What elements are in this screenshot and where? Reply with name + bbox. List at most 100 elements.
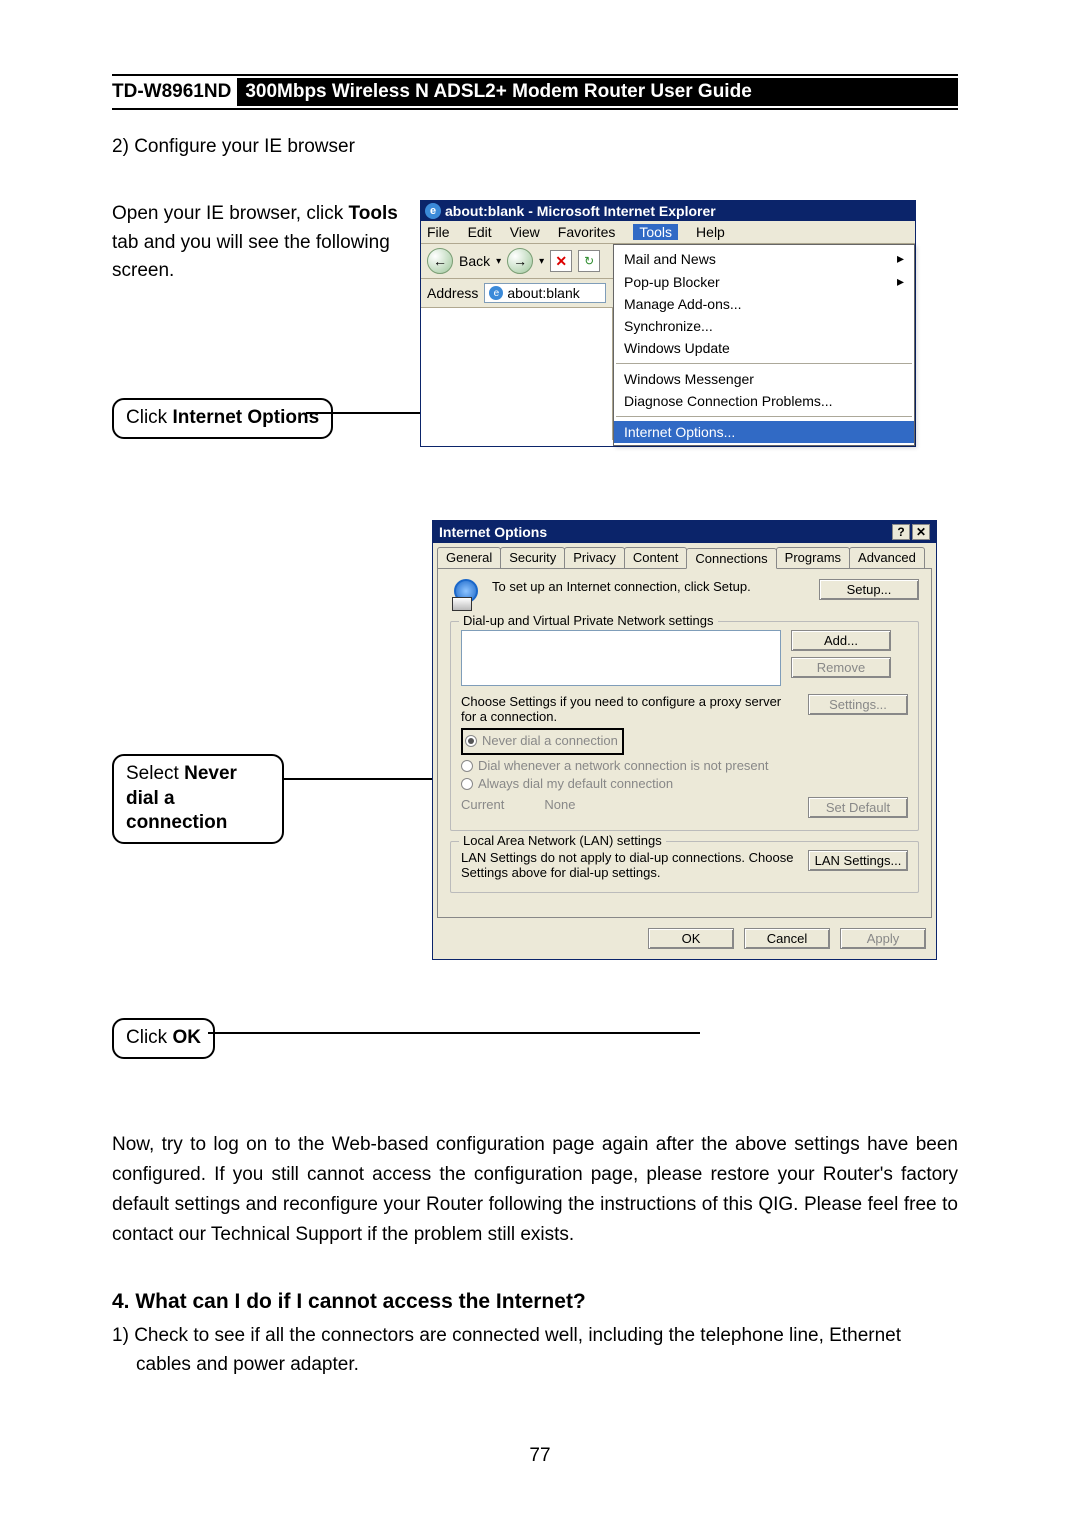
callout-ok: Click OK (112, 1018, 215, 1059)
tools-sync[interactable]: Synchronize... (614, 315, 914, 337)
current-row: Current None Set Default (461, 797, 908, 818)
lan-row: LAN Settings do not apply to dial-up con… (461, 850, 908, 880)
intro-tools-bold: Tools (349, 203, 398, 224)
tab-security[interactable]: Security (500, 547, 565, 568)
menu-edit[interactable]: Edit (468, 224, 492, 240)
tools-popup-label: Pop-up Blocker (624, 274, 720, 290)
submenu-arrow-icon: ▸ (897, 273, 904, 290)
radio-never-label: Never dial a connection (482, 733, 618, 748)
header-bar: TD-W8961ND 300Mbps Wireless N ADSL2+ Mod… (112, 78, 958, 106)
address-icon: e (489, 286, 503, 300)
ok-button[interactable]: OK (648, 928, 734, 949)
help-button-icon[interactable]: ? (892, 524, 910, 540)
tools-separator-2 (616, 416, 912, 417)
ie-left-col: ← Back ▾ → ▾ ✕ ↻ Address e about:blank (421, 244, 613, 446)
intro-open: Open your IE browser, click (112, 203, 349, 224)
dialup-listbox[interactable] (461, 630, 781, 686)
intro-rest: tab and you will see the following scree… (112, 232, 390, 282)
io-tabs: General Security Privacy Content Connect… (433, 543, 936, 568)
dialog-buttons: OK Cancel Apply (433, 922, 936, 959)
radio-whenever-label: Dial whenever a network connection is no… (478, 758, 769, 773)
tools-internet-options[interactable]: Internet Options... (614, 421, 914, 443)
tab-connections[interactable]: Connections (686, 548, 776, 569)
page-number: 77 (0, 1445, 1080, 1467)
ie-window: e about:blank - Microsoft Internet Explo… (420, 200, 916, 447)
ie-address-row: Address e about:blank (421, 279, 613, 308)
tab-general[interactable]: General (437, 547, 501, 568)
radio-always-label: Always dial my default connection (478, 776, 673, 791)
tools-messenger-label: Windows Messenger (624, 371, 754, 387)
setup-button[interactable]: Setup... (819, 579, 919, 600)
callout3-bold: OK (172, 1027, 201, 1048)
menu-favorites[interactable]: Favorites (558, 224, 616, 240)
header-rule-bottom (112, 108, 958, 110)
header-rule-top (112, 74, 958, 76)
tab-content[interactable]: Content (624, 547, 688, 568)
tools-update-label: Windows Update (624, 340, 730, 356)
callout-box-3: Click OK (112, 1018, 215, 1059)
tab-privacy[interactable]: Privacy (564, 547, 625, 568)
q4-heading: 4. What can I do if I cannot access the … (112, 1290, 958, 1314)
lan-legend: Local Area Network (LAN) settings (459, 833, 666, 848)
current-value: None (544, 797, 575, 818)
figure-internet-options: Select Never dial a connection Click OK … (112, 520, 958, 1054)
callout-never-dial: Select Never dial a connection (112, 754, 284, 844)
q4-item-1-text: Check to see if all the connectors are c… (134, 1325, 901, 1375)
step2-prefix: 2) (112, 136, 134, 157)
radio-whenever[interactable]: Dial whenever a network connection is no… (461, 758, 908, 773)
ie-menubar: File Edit View Favorites Tools Help (421, 221, 915, 244)
callout-box-1: Click Internet Options (112, 398, 333, 439)
radio-icon (461, 778, 473, 790)
io-tab-panel: To set up an Internet connection, click … (437, 568, 932, 918)
tools-messenger[interactable]: Windows Messenger (614, 368, 914, 390)
intro-text: Open your IE browser, click Tools tab an… (112, 200, 402, 286)
io-setup-text: To set up an Internet connection, click … (492, 579, 809, 594)
explanation-paragraph: Now, try to log on to the Web-based conf… (112, 1130, 958, 1250)
back-dropdown-icon[interactable]: ▾ (496, 256, 501, 267)
back-button-icon[interactable]: ← (427, 248, 453, 274)
choose-row: Choose Settings if you need to configure… (461, 694, 908, 724)
address-value: about:blank (507, 285, 579, 301)
tools-addons[interactable]: Manage Add-ons... (614, 293, 914, 315)
dialup-list-buttons: Add... Remove (791, 630, 891, 686)
step2-heading: 2) Configure your IE browser (112, 136, 958, 158)
submenu-arrow-icon: ▸ (897, 250, 904, 267)
menu-help[interactable]: Help (696, 224, 725, 240)
remove-button[interactable]: Remove (791, 657, 891, 678)
menu-tools[interactable]: Tools (633, 224, 678, 240)
lan-settings-button[interactable]: LAN Settings... (808, 850, 908, 871)
apply-button[interactable]: Apply (840, 928, 926, 949)
settings-button[interactable]: Settings... (808, 694, 908, 715)
tools-sync-label: Synchronize... (624, 318, 713, 334)
io-title: Internet Options (439, 524, 547, 540)
tools-mail[interactable]: Mail and News ▸ (614, 247, 914, 270)
forward-dropdown-icon[interactable]: ▾ (539, 256, 544, 267)
set-default-button[interactable]: Set Default (808, 797, 908, 818)
back-label: Back (459, 253, 490, 269)
address-input[interactable]: e about:blank (484, 283, 606, 303)
never-dial-highlight: Never dial a connection (461, 728, 624, 755)
radio-never-dial[interactable]: Never dial a connection (465, 733, 618, 748)
add-button[interactable]: Add... (791, 630, 891, 651)
tools-popup[interactable]: Pop-up Blocker ▸ (614, 270, 914, 293)
refresh-button-icon[interactable]: ↻ (578, 250, 600, 272)
stop-button-icon[interactable]: ✕ (550, 250, 572, 272)
radio-always[interactable]: Always dial my default connection (461, 776, 908, 791)
ie-content-area (421, 308, 613, 440)
menu-view[interactable]: View (510, 224, 540, 240)
menu-file[interactable]: File (427, 224, 450, 240)
forward-button-icon[interactable]: → (507, 248, 533, 274)
tools-mail-label: Mail and News (624, 251, 716, 267)
tab-programs[interactable]: Programs (776, 547, 850, 568)
tools-update[interactable]: Windows Update (614, 337, 914, 359)
io-titlebar: Internet Options ? ✕ (433, 521, 936, 543)
radio-icon (461, 760, 473, 772)
callout3-pre: Click (126, 1027, 172, 1048)
tools-diagnose[interactable]: Diagnose Connection Problems... (614, 390, 914, 412)
dialup-fieldset: Dial-up and Virtual Private Network sett… (450, 621, 919, 831)
io-titlebar-buttons: ? ✕ (892, 524, 930, 540)
tab-advanced[interactable]: Advanced (849, 547, 925, 568)
cancel-button[interactable]: Cancel (744, 928, 830, 949)
close-button-icon[interactable]: ✕ (912, 524, 930, 540)
figure-ie-tools: Open your IE browser, click Tools tab an… (112, 200, 958, 480)
